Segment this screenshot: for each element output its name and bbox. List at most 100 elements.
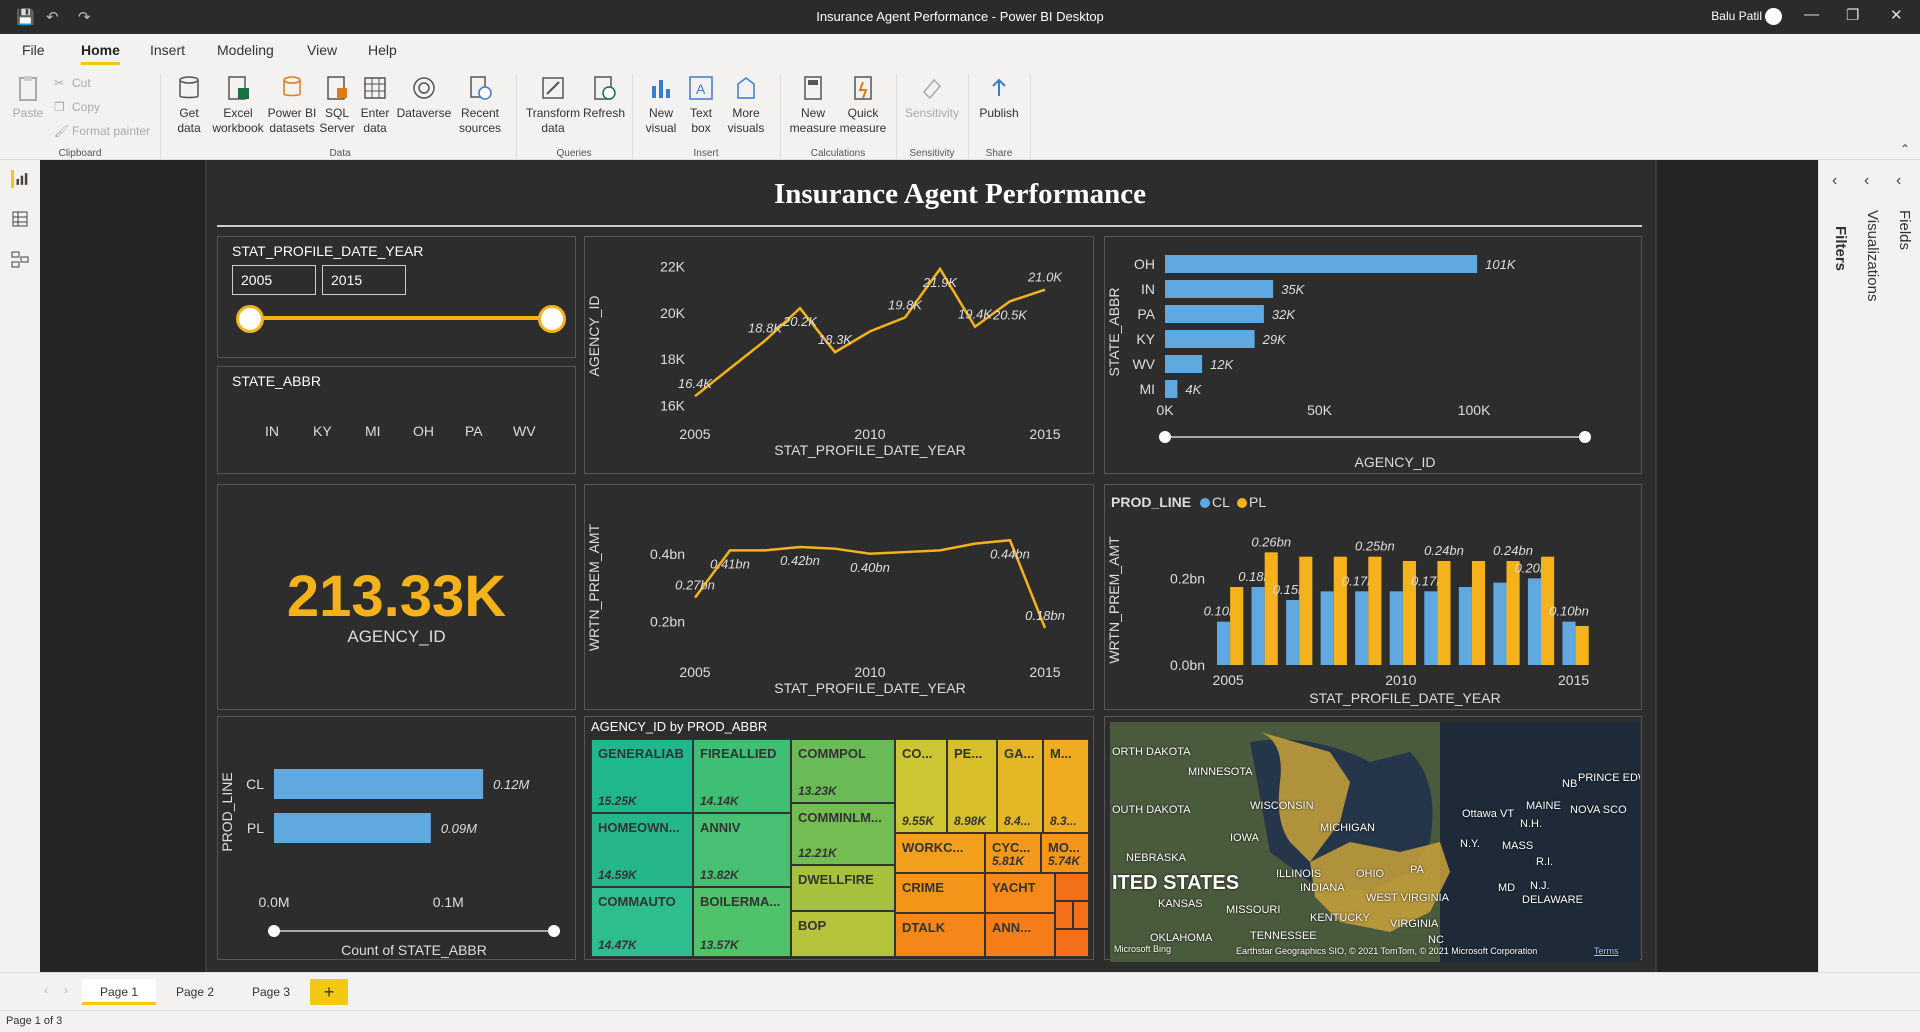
treemap-tile[interactable]: BOP (791, 911, 895, 957)
get-data-button[interactable]: Get data (168, 74, 210, 136)
treemap-tile[interactable] (1055, 929, 1089, 957)
fields-pane-tab[interactable]: Fields (1896, 210, 1913, 250)
avatar[interactable] (1765, 8, 1782, 25)
data-view-icon[interactable] (11, 210, 29, 228)
kpi-card[interactable]: 213.33K AGENCY_ID (217, 484, 576, 710)
user-name[interactable]: Balu Patil (1711, 9, 1762, 23)
visualizations-collapse-icon[interactable]: ‹ (1864, 172, 1869, 190)
format-painter-button[interactable]: Format painter (72, 124, 150, 138)
excel-workbook-button[interactable]: Excel workbook (210, 74, 266, 136)
treemap-tile[interactable]: GA... 8.4... (997, 739, 1043, 833)
visualizations-pane-tab[interactable]: Visualizations (1864, 210, 1881, 301)
menu-file[interactable]: File (22, 42, 45, 58)
sensitivity-button[interactable]: Sensitivity (900, 74, 964, 121)
treemap-visual[interactable]: AGENCY_ID by PROD_ABBR GENERALIAB 15.25K H… (584, 716, 1094, 960)
copy-icon[interactable]: ❐ (54, 100, 65, 114)
new-measure-button[interactable]: New measure (788, 74, 838, 136)
restore-icon[interactable]: ❐ (1846, 6, 1859, 24)
enter-data-button[interactable]: Enter data (356, 74, 394, 136)
treemap-tile[interactable]: DTALK (895, 913, 985, 957)
treemap-tile[interactable]: COMMAUTO 14.47K (591, 887, 693, 957)
insert-group-label: Insert (693, 148, 719, 159)
bar (1165, 380, 1178, 398)
copy-button[interactable]: Copy (72, 100, 100, 114)
state-slicer-item-oh[interactable]: OH (413, 423, 434, 439)
treemap-tile[interactable] (1073, 901, 1089, 929)
treemap-tile[interactable]: BOILERMA... 13.57K (693, 887, 791, 957)
page-tab-1[interactable]: Page 1 (82, 979, 156, 1005)
text-box-button[interactable]: A Text box (682, 74, 720, 136)
state-slicer-item-mi[interactable]: MI (365, 423, 381, 439)
quick-measure-button[interactable]: Quick measure (838, 74, 888, 136)
powerbi-datasets-button[interactable]: Power BI datasets (266, 74, 318, 136)
menu-insert[interactable]: Insert (150, 42, 185, 58)
map-canvas[interactable]: ORTH DAKOTA MINNESOTA WISCONSIN MICHIGAN OUT… (1110, 722, 1640, 962)
more-visuals-button[interactable]: More visuals (720, 74, 772, 136)
page-tab-3[interactable]: Page 3 (236, 979, 306, 1005)
year-range-start-handle[interactable] (236, 305, 264, 333)
year-from-input[interactable]: 2005 (232, 265, 316, 295)
prod-line-count-visual[interactable]: CL 0.12M PL 0.09M 0.0M 0.1M Count of STATE_ABB… (217, 716, 576, 960)
minimize-icon[interactable]: — (1804, 6, 1819, 23)
legend-marker (1237, 498, 1247, 508)
treemap-tile[interactable]: HOMEOWN... 14.59K (591, 813, 693, 887)
treemap-tile[interactable]: COMMPOL 13.23K (791, 739, 895, 803)
treemap-tile[interactable]: CO... 9.55K (895, 739, 947, 833)
close-icon[interactable]: ✕ (1890, 6, 1903, 24)
dataverse-button[interactable]: Dataverse (394, 74, 454, 121)
page-tab-2[interactable]: Page 2 (160, 979, 230, 1005)
data-label: 0.25bn (1355, 539, 1395, 554)
treemap-tile[interactable]: GENERALIAB 15.25K (591, 739, 693, 813)
share-group-label: Share (985, 148, 1013, 159)
treemap-tile[interactable]: FIREALLIED 14.14K (693, 739, 791, 813)
format-painter-icon[interactable]: 🖌 (54, 124, 69, 138)
collapse-ribbon-icon[interactable]: ⌃ (1900, 142, 1910, 156)
map-terms-link[interactable]: Terms (1594, 946, 1619, 956)
cut-icon[interactable]: ✂ (54, 76, 64, 90)
treemap-tile[interactable]: DWELLFIRE (791, 865, 895, 911)
state-slicer-item-pa[interactable]: PA (465, 423, 483, 439)
year-range-end-handle[interactable] (538, 305, 566, 333)
state-slicer[interactable]: STATE_ABBR (217, 366, 576, 474)
sql-server-button[interactable]: SQL Server (318, 74, 356, 136)
state-slicer-item-wv[interactable]: WV (513, 423, 536, 439)
prev-page-icon[interactable]: ‹ (44, 983, 48, 997)
new-visual-button[interactable]: New visual (640, 74, 682, 136)
menu-home[interactable]: Home (81, 42, 120, 65)
treemap-tile[interactable]: ANN... (985, 913, 1055, 957)
treemap-tile[interactable]: CYC... 5.81K (985, 833, 1041, 873)
treemap-tile[interactable] (1055, 901, 1073, 929)
menu-modeling[interactable]: Modeling (217, 42, 274, 58)
cut-button[interactable]: Cut (72, 76, 91, 90)
state-bar-visual[interactable]: OH 101K IN 35K PA 32K KY 29K WV 12K MI 4K 0K 50K 100K A… (1104, 236, 1642, 474)
filters-pane-tab[interactable]: Filters (1832, 226, 1849, 271)
treemap-tile[interactable]: WORKC... (895, 833, 985, 873)
menu-view[interactable]: View (307, 42, 337, 58)
year-slicer[interactable]: STAT_PROFILE_DATE_YEAR (217, 236, 576, 358)
premium-trend-visual[interactable]: 0.2bn 0.4bn 2005 2010 2015 STAT_PROFILE_DATE_… (584, 484, 1094, 710)
state-slicer-item-ky[interactable]: KY (313, 423, 332, 439)
treemap-tile[interactable]: M... 8.3... (1043, 739, 1089, 833)
treemap-tile[interactable] (1055, 873, 1089, 901)
prod-line-bar-visual[interactable]: PROD_LINE CL PL 0.0bn 0.2bn 0.10bn 0.18bn 0.26b… (1104, 484, 1642, 710)
agency-trend-visual[interactable]: 16K 18K 20K 22K 2005 2010 2015 STAT_PROFILE_DAT… (584, 236, 1094, 474)
treemap-tile[interactable]: YACHT (985, 873, 1055, 913)
next-page-icon[interactable]: › (64, 983, 68, 997)
refresh-button[interactable]: Refresh (582, 74, 626, 121)
treemap-tile[interactable]: ANNIV 13.82K (693, 813, 791, 887)
paste-button[interactable]: Paste (10, 74, 46, 121)
fields-collapse-icon[interactable]: ‹ (1896, 172, 1901, 190)
treemap-tile[interactable]: MO... 5.74K (1041, 833, 1089, 873)
model-view-icon[interactable] (11, 250, 29, 268)
menu-help[interactable]: Help (368, 42, 397, 58)
filters-collapse-icon[interactable]: ‹ (1832, 172, 1837, 190)
publish-button[interactable]: Publish (974, 74, 1024, 121)
treemap-tile[interactable]: CRIME (895, 873, 985, 913)
add-page-button[interactable]: + (310, 979, 348, 1005)
transform-data-button[interactable]: Transform data (524, 74, 582, 136)
year-to-input[interactable]: 2015 (322, 265, 406, 295)
treemap-tile[interactable]: PE... 8.98K (947, 739, 997, 833)
treemap-tile[interactable]: COMMINLM... 12.21K (791, 803, 895, 865)
recent-sources-button[interactable]: Recent sources (454, 74, 506, 136)
state-slicer-item-in[interactable]: IN (265, 423, 279, 439)
